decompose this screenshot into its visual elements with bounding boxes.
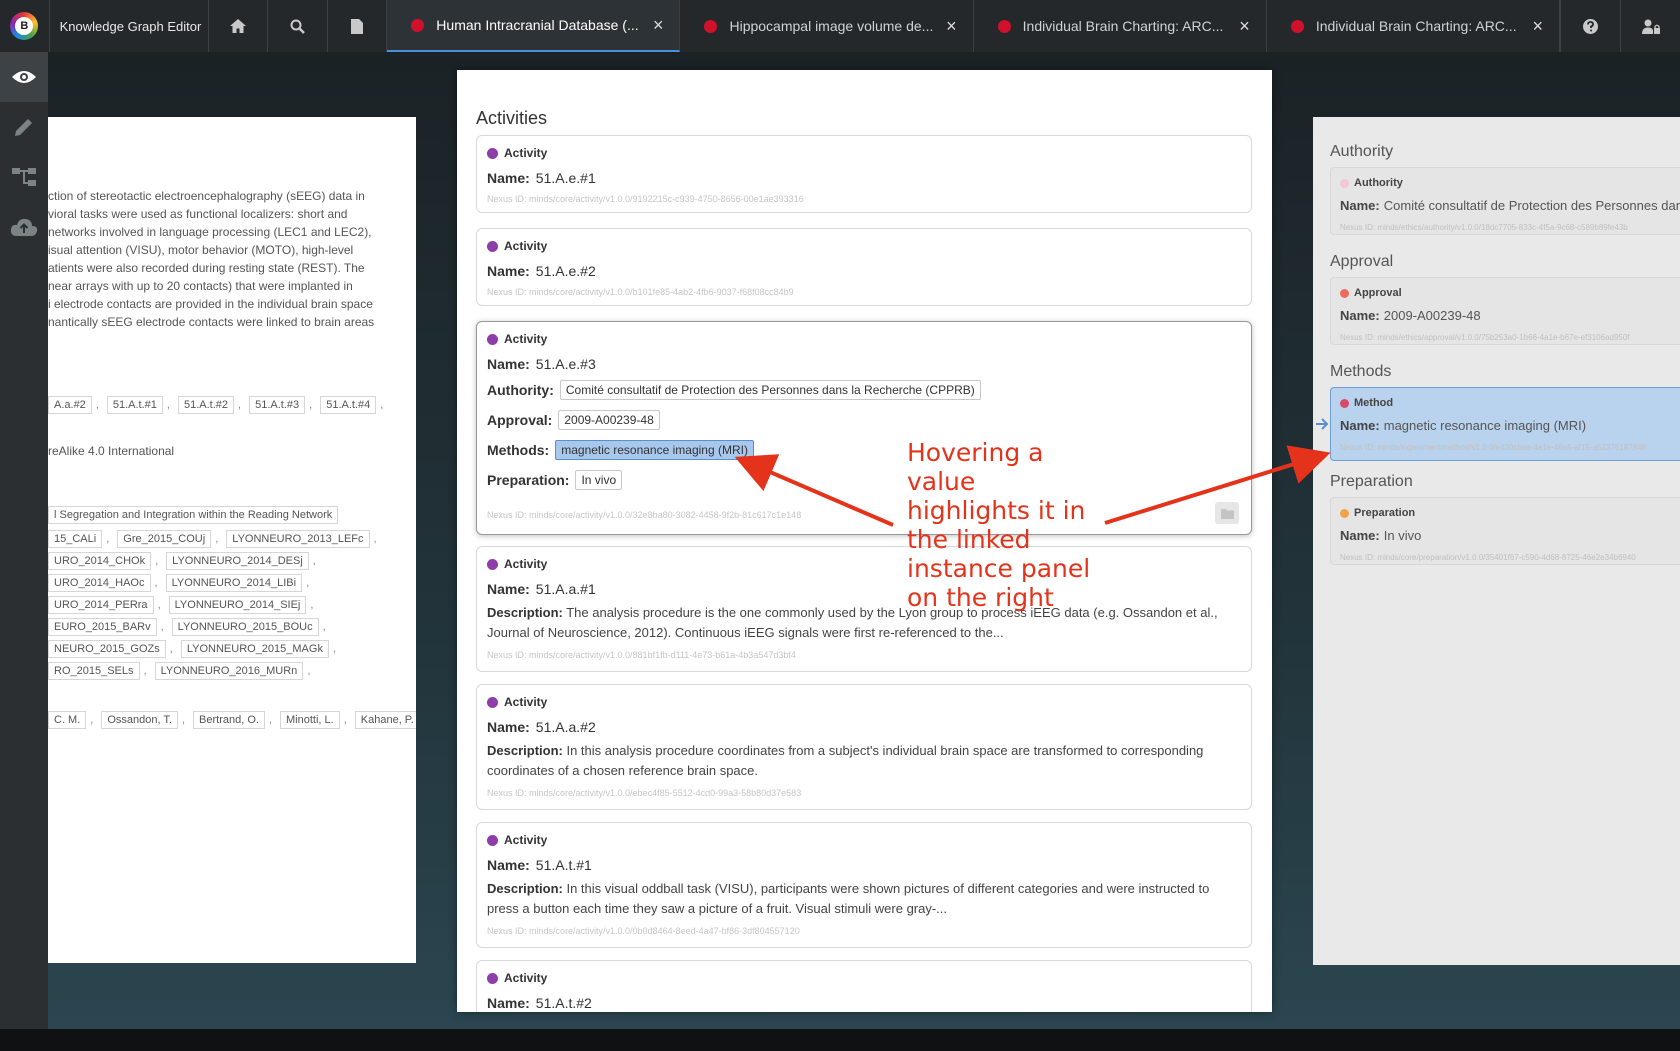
annotation-arrow-right — [1104, 445, 1331, 525]
annotation-arrow-left — [734, 454, 894, 527]
annotation-arrows — [734, 445, 1331, 527]
